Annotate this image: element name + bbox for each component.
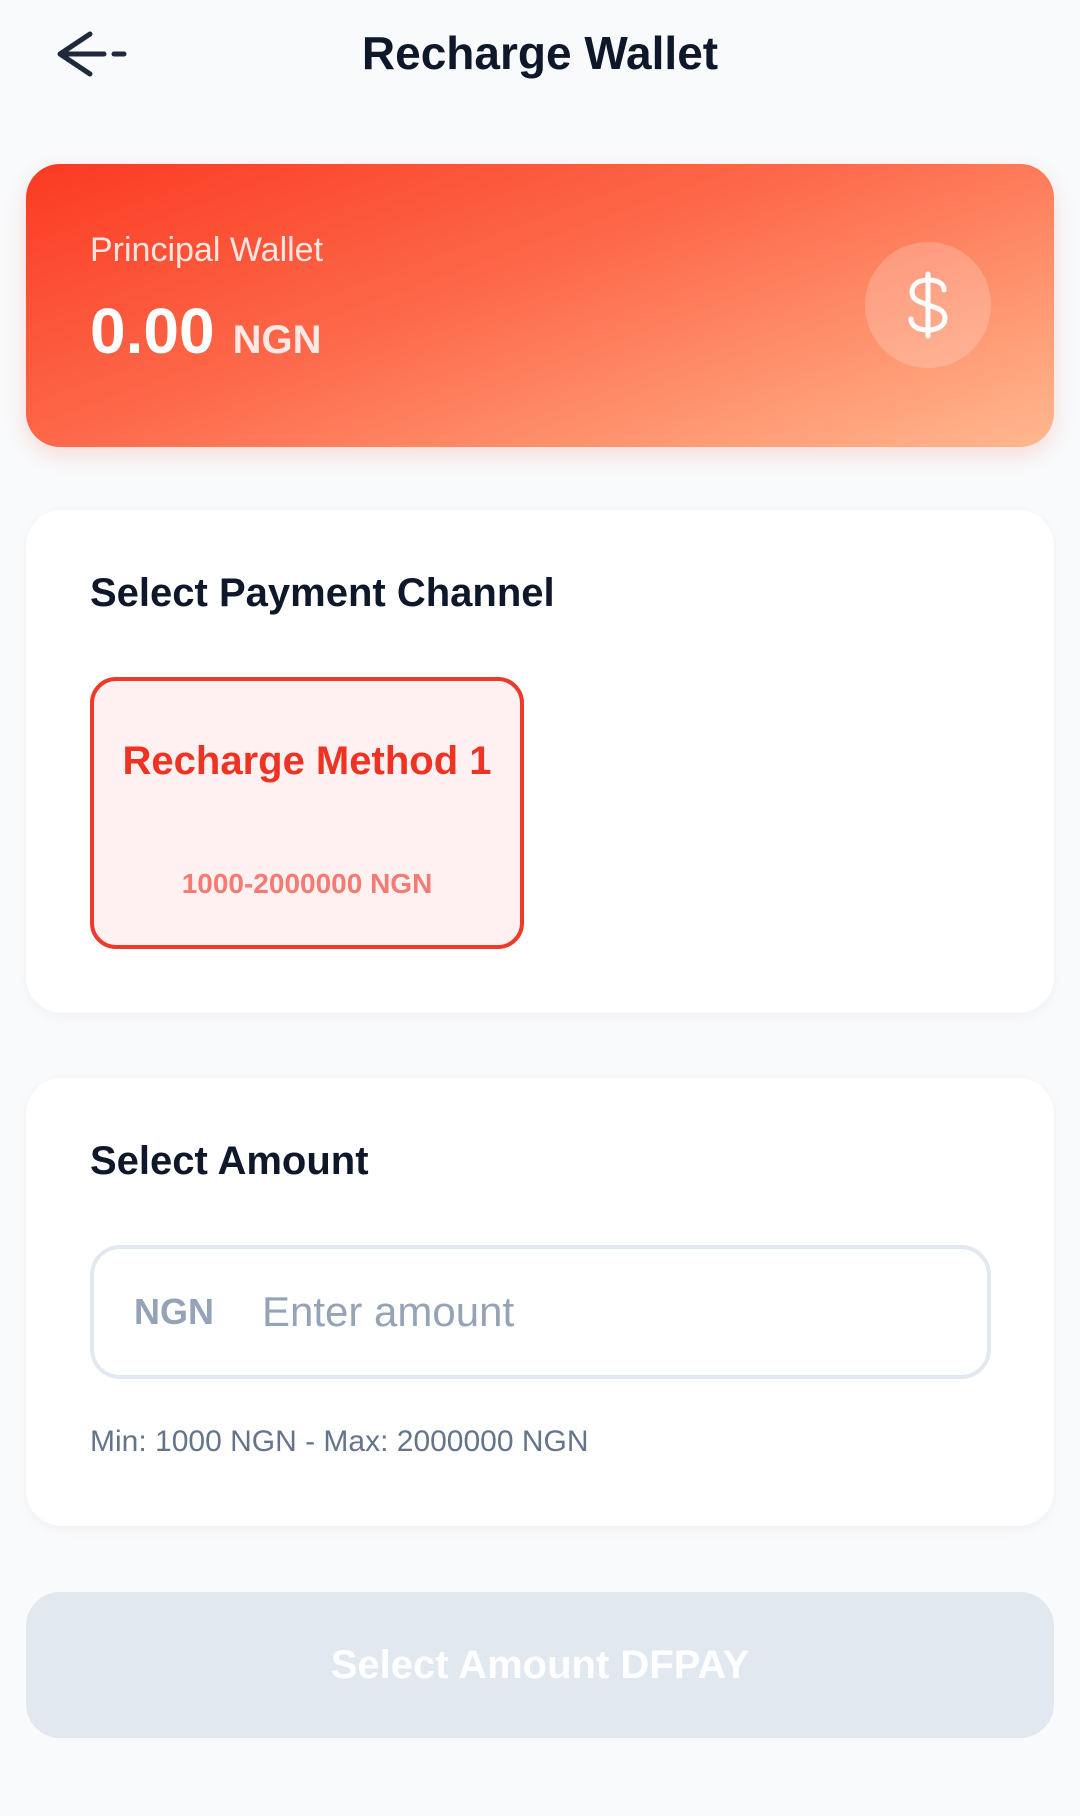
amount-input[interactable] <box>262 1269 962 1355</box>
wallet-label: Principal Wallet <box>90 231 324 269</box>
page-title: Recharge Wallet <box>361 27 719 79</box>
amount-title: Select Amount <box>90 1139 369 1183</box>
payment-channel-card: Select Payment Channel Recharge Method 1… <box>26 510 1054 1013</box>
payment-channel-title: Select Payment Channel <box>90 571 555 615</box>
submit-recharge-button[interactable]: Select Amount DFPAY <box>26 1592 1054 1738</box>
amount-range-hint: Min: 1000 NGN - Max: 2000000 NGN <box>90 1425 589 1458</box>
app-header: Recharge Wallet <box>0 0 1080 130</box>
recharge-method-option[interactable]: Recharge Method 1 1000-2000000 NGN <box>90 677 524 949</box>
recharge-method-name: Recharge Method 1 <box>122 739 492 783</box>
wallet-currency: NGN <box>232 318 322 362</box>
wallet-balance: 0.00 NGN <box>90 294 321 377</box>
amount-card: Select Amount NGN Min: 1000 NGN - Max: 2… <box>26 1078 1054 1526</box>
wallet-balance-card: Principal Wallet 0.00 NGN <box>26 164 1054 447</box>
amount-input-group: NGN <box>90 1245 991 1379</box>
recharge-method-range: 1000-2000000 NGN <box>181 868 433 899</box>
dollar-sign-icon <box>865 242 991 368</box>
wallet-balance-value: 0.00 <box>90 295 215 367</box>
amount-currency-prefix: NGN <box>134 1291 214 1332</box>
